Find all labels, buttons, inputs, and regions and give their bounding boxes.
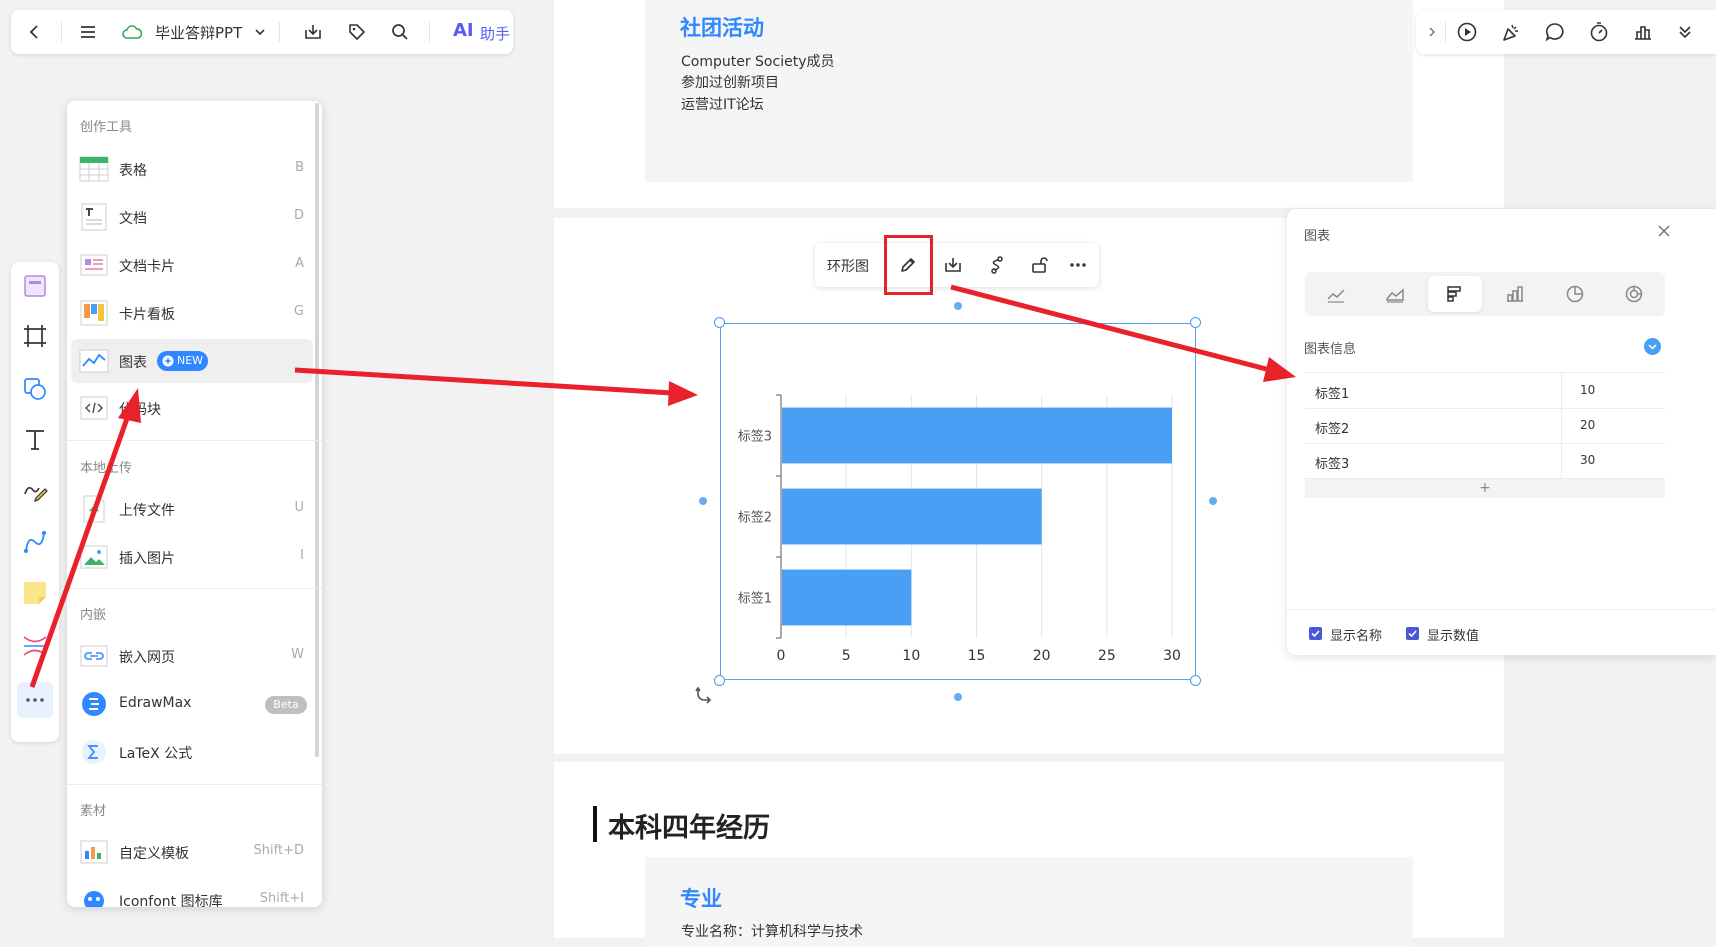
arrow-chart-item-to-chart <box>294 367 698 406</box>
annotation-arrows <box>29 284 1296 688</box>
arrow-edit-to-panel <box>950 284 1296 382</box>
arrow-rail-to-chart-item <box>29 388 141 688</box>
